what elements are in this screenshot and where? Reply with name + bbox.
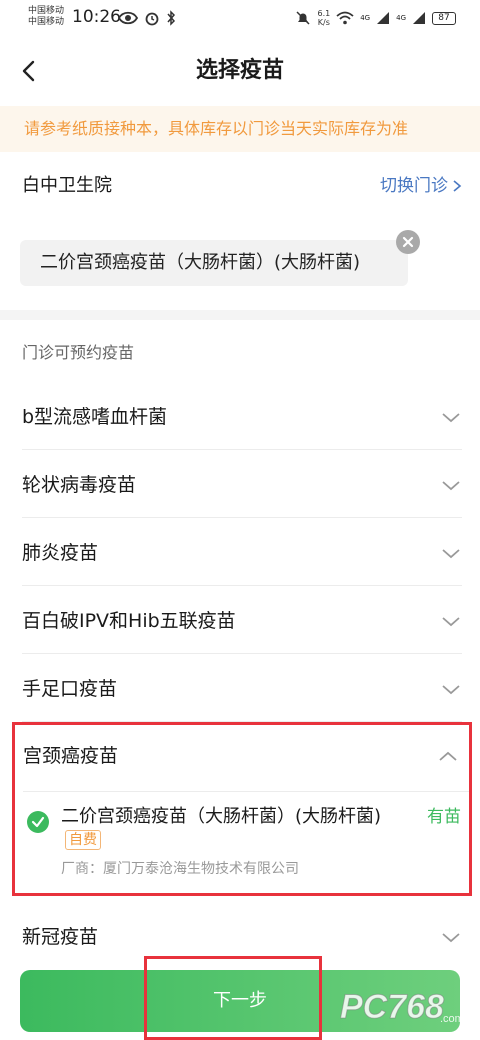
highlight-annotation <box>144 956 322 1040</box>
section-label: 门诊可预约疫苗 <box>22 343 135 362</box>
watermark-suffix: .com <box>440 1013 464 1025</box>
signal-tag-2: 4G <box>396 14 406 22</box>
vaccine-category-row[interactable]: 轮状病毒疫苗 <box>22 450 462 518</box>
carrier-info: 中国移动 中国移动 <box>28 6 64 28</box>
signal-icon <box>377 12 390 24</box>
status-bar: 中国移动 中国移动 10:26 6.1 K/s 4G 4G 87 <box>0 0 480 36</box>
status-icons-left <box>118 8 176 28</box>
vaccine-category-label: b型流感嗜血杆菌 <box>22 406 168 428</box>
network-speed-value: 6.1 <box>317 9 331 18</box>
vaccine-list: 门诊可预约疫苗 b型流感嗜血杆菌 轮状病毒疫苗 肺炎疫苗 百白破IPV和Hib五… <box>0 320 480 1040</box>
mute-icon <box>296 11 311 25</box>
status-icons-right: 6.1 K/s 4G 4G 87 <box>295 8 456 28</box>
checkmark-icon <box>31 816 45 828</box>
vaccine-category-label: 手足口疫苗 <box>22 678 118 700</box>
divider <box>23 791 469 792</box>
carrier-2: 中国移动 <box>28 17 65 27</box>
signal-icon-2 <box>413 12 425 24</box>
clinic-name: 白中卫生院 <box>22 175 112 196</box>
battery-icon: 87 <box>432 11 456 25</box>
network-speed-unit: K/s <box>317 18 330 27</box>
stock-notice: 请参考纸质接种本，具体库存以门诊当天实际库存为准 <box>0 106 480 152</box>
self-pay-badge: 自费 <box>65 830 101 850</box>
close-icon <box>402 236 414 248</box>
carrier-1: 中国移动 <box>28 6 65 16</box>
chevron-down-icon <box>442 549 460 559</box>
signal-tag-1: 4G <box>360 14 371 22</box>
manufacturer-label: 厂商：厦门万泰沧海生物技术有限公司 <box>61 861 299 877</box>
chevron-up-icon[interactable] <box>437 745 459 767</box>
wifi-icon <box>336 11 354 25</box>
chevron-down-icon <box>442 481 460 491</box>
watermark-logo: PC768 <box>340 988 444 1026</box>
chevron-down-icon <box>442 933 460 943</box>
vaccine-category-label: 百白破IPV和Hib五联疫苗 <box>22 610 236 632</box>
selected-vaccine-tag[interactable]: 二价宫颈癌疫苗（大肠杆菌）(大肠杆菌) <box>20 240 408 286</box>
vaccine-category-label: 肺炎疫苗 <box>22 542 99 564</box>
bluetooth-icon <box>167 10 176 26</box>
vaccine-category-row[interactable]: 手足口疫苗 <box>22 654 462 722</box>
vaccine-category-row[interactable]: b型流感嗜血杆菌 <box>22 382 462 450</box>
nav-bar: 选择疫苗 <box>0 36 480 106</box>
vaccine-category-label[interactable]: 宫颈癌疫苗 <box>23 743 118 769</box>
pc768-watermark: PC768 .com <box>340 988 464 1027</box>
chevron-down-icon <box>442 685 460 695</box>
clear-button[interactable] <box>396 230 420 254</box>
vaccine-category-row[interactable]: 百白破IPV和Hib五联疫苗 <box>22 586 462 654</box>
network-speed: 6.1 K/s <box>317 9 330 27</box>
switch-clinic-label: 切换门诊 <box>380 176 448 196</box>
clinic-card: 白中卫生院 切换门诊 二价宫颈癌疫苗（大肠杆菌）(大肠杆菌) <box>0 152 480 310</box>
stock-status: 有苗 <box>427 807 461 827</box>
vaccine-item-name[interactable]: 二价宫颈癌疫苗（大肠杆菌）(大肠杆菌) 自费 <box>61 805 391 853</box>
vaccine-category-label: 轮状病毒疫苗 <box>22 474 137 496</box>
chevron-down-icon <box>442 617 460 627</box>
vaccine-item-title: 二价宫颈癌疫苗（大肠杆菌）(大肠杆菌) <box>61 806 382 827</box>
page-title: 选择疫苗 <box>195 58 284 83</box>
chevron-down-icon <box>442 413 460 423</box>
alarm-icon <box>145 12 159 26</box>
eye-icon <box>118 11 138 25</box>
chevron-right-icon <box>453 180 462 192</box>
check-circle-icon[interactable] <box>27 811 49 833</box>
vaccine-category-label: 新冠疫苗 <box>22 926 99 948</box>
vaccine-category-row[interactable]: 肺炎疫苗 <box>22 518 462 586</box>
expanded-vaccine-category: 宫颈癌疫苗 二价宫颈癌疫苗（大肠杆菌）(大肠杆菌) 自费 有苗 厂商：厦门万泰沧海… <box>12 722 472 896</box>
clock: 10:26 <box>72 7 121 27</box>
switch-clinic-link[interactable]: 切换门诊 <box>380 174 462 198</box>
